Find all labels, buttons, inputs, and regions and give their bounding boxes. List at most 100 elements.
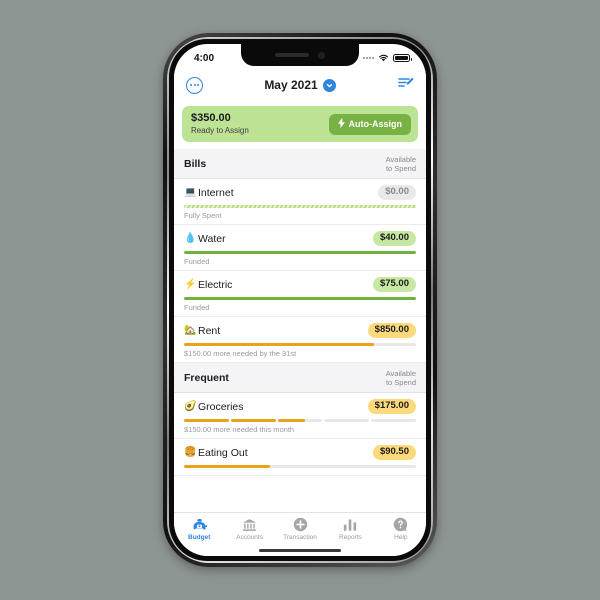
auto-assign-label: Auto-Assign: [348, 119, 403, 129]
house-icon: 🏡: [184, 325, 197, 336]
available-amount-badge[interactable]: $40.00: [372, 231, 416, 246]
category-row[interactable]: 💧 Water $40.00 Funded: [174, 225, 426, 271]
burger-icon: 🍔: [184, 447, 197, 458]
progress-fill: [184, 251, 416, 254]
tab-label: Help: [394, 534, 408, 541]
category-note: Funded: [184, 303, 210, 312]
piggy-bank-icon[interactable]: [191, 517, 208, 532]
header-menu-button[interactable]: [186, 76, 220, 94]
question-icon[interactable]: [393, 517, 408, 532]
phone-frame: 4:00 May 2021 $350.00 Ready to Assign Au…: [163, 33, 437, 567]
ready-to-assign-text: $350.00 Ready to Assign: [191, 112, 249, 136]
ready-to-assign-banner[interactable]: $350.00 Ready to Assign Auto-Assign: [182, 106, 418, 142]
phone-bezel: 4:00 May 2021 $350.00 Ready to Assign Au…: [169, 39, 431, 561]
category-name: Groceries: [198, 400, 244, 413]
available-line2: to Spend: [385, 377, 416, 387]
status-bar-indicators: [363, 54, 412, 62]
progress-segment: [184, 419, 229, 422]
category-top-row: ⚡ Electric $75.00: [184, 276, 416, 293]
wifi-icon: [378, 54, 389, 62]
category-top-row: 💧 Water $40.00: [184, 230, 416, 247]
progress-bar: [184, 205, 416, 208]
edit-list-icon[interactable]: [398, 76, 414, 95]
auto-assign-button[interactable]: Auto-Assign: [328, 113, 411, 135]
available-amount-badge[interactable]: $90.50: [372, 445, 416, 460]
battery-icon: [393, 54, 412, 62]
tab-help[interactable]: Help: [376, 517, 426, 541]
bank-icon[interactable]: [242, 517, 257, 532]
category-row[interactable]: 🥑 Groceries $175.00 $150.00 more needed thi…: [174, 393, 426, 439]
category-name: Rent: [198, 324, 221, 337]
category-note: $150.00 more needed this month: [184, 425, 295, 434]
month-selector[interactable]: May 2021: [220, 78, 380, 92]
ready-to-assign-amount: $350.00: [191, 112, 231, 125]
category-row[interactable]: ⚡ Electric $75.00 Funded: [174, 271, 426, 317]
group-name: Bills: [184, 157, 207, 170]
water-drop-icon: 💧: [184, 233, 197, 244]
tab-label: Accounts: [236, 534, 263, 541]
progress-bar: [184, 251, 416, 254]
more-circle-icon[interactable]: [186, 76, 203, 94]
front-camera: [318, 51, 325, 59]
category-note: Fully Spent: [184, 211, 222, 220]
ready-to-assign-label: Ready to Assign: [191, 125, 249, 135]
tab-reports[interactable]: Reports: [325, 517, 375, 541]
group-header[interactable]: Bills Available to Spend: [174, 149, 426, 179]
phone-screen: 4:00 May 2021 $350.00 Ready to Assign Au…: [174, 44, 426, 556]
available-line1: Available: [385, 368, 416, 378]
category-name: Eating Out: [198, 446, 248, 459]
category-top-row: 🍔 Eating Out $90.50: [184, 444, 416, 461]
signal-dots-icon: [363, 57, 374, 59]
tab-label: Transaction: [283, 534, 317, 541]
lightning-icon: ⚡: [184, 279, 197, 290]
tab-budget[interactable]: Budget: [174, 517, 224, 541]
tab-accounts[interactable]: Accounts: [224, 517, 274, 541]
progress-fill: [184, 465, 270, 468]
progress-bar: [184, 297, 416, 300]
progress-fill: [184, 205, 416, 208]
ready-to-assign-section: $350.00 Ready to Assign Auto-Assign: [174, 100, 426, 149]
tab-label: Reports: [339, 534, 362, 541]
chevron-down-icon[interactable]: [322, 78, 336, 92]
app-header: May 2021: [174, 70, 426, 100]
progress-bar-segmented: [184, 419, 416, 422]
tab-label: Budget: [188, 534, 211, 541]
category-note: Funded: [184, 257, 210, 266]
earpiece-speaker: [275, 53, 309, 57]
screenshot-stage: 4:00 May 2021 $350.00 Ready to Assign Au…: [0, 0, 600, 600]
category-row[interactable]: 💻 Internet $0.00 Fully Spent: [174, 179, 426, 225]
progress-fill: [184, 343, 375, 346]
category-top-row: 🥑 Groceries $175.00: [184, 398, 416, 415]
budget-list[interactable]: $350.00 Ready to Assign Auto-Assign Bill…: [174, 100, 426, 476]
available-amount-badge[interactable]: $175.00: [367, 399, 416, 414]
category-name: Internet: [198, 186, 234, 199]
category-note: [184, 468, 416, 475]
group-name: Frequent: [184, 371, 229, 384]
progress-segment: [324, 419, 370, 422]
progress-segment: [230, 419, 276, 422]
avocado-icon: 🥑: [184, 401, 197, 412]
edit-button[interactable]: [380, 76, 414, 95]
status-bar-time: 4:00: [194, 52, 215, 64]
available-amount-badge[interactable]: $0.00: [378, 185, 416, 200]
bar-chart-icon[interactable]: [343, 517, 357, 532]
category-top-row: 🏡 Rent $850.00: [184, 322, 416, 339]
available-amount-badge[interactable]: $850.00: [367, 323, 416, 338]
category-note: $150.00 more needed by the 31st: [184, 349, 297, 358]
category-row[interactable]: 🏡 Rent $850.00 $150.00 more needed by the 3…: [174, 317, 426, 363]
group-header[interactable]: Frequent Available to Spend: [174, 363, 426, 393]
plus-circle-icon[interactable]: [293, 517, 308, 532]
budget-groups: Bills Available to Spend 💻 Internet $0.00 Full…: [174, 149, 426, 476]
progress-segment: [277, 419, 323, 422]
progress-segment: [371, 419, 416, 422]
category-row[interactable]: 🍔 Eating Out $90.50: [174, 439, 426, 476]
home-indicator: [259, 548, 341, 552]
notch: [241, 44, 359, 66]
available-to-spend-label: Available to Spend: [386, 369, 416, 387]
lightning-bolt-icon: [337, 118, 345, 130]
available-line2: to Spend: [385, 163, 416, 173]
available-amount-badge[interactable]: $75.00: [372, 277, 416, 292]
progress-fill: [184, 297, 416, 300]
tab-transaction[interactable]: Transaction: [275, 517, 325, 541]
category-name: Water: [198, 232, 226, 245]
